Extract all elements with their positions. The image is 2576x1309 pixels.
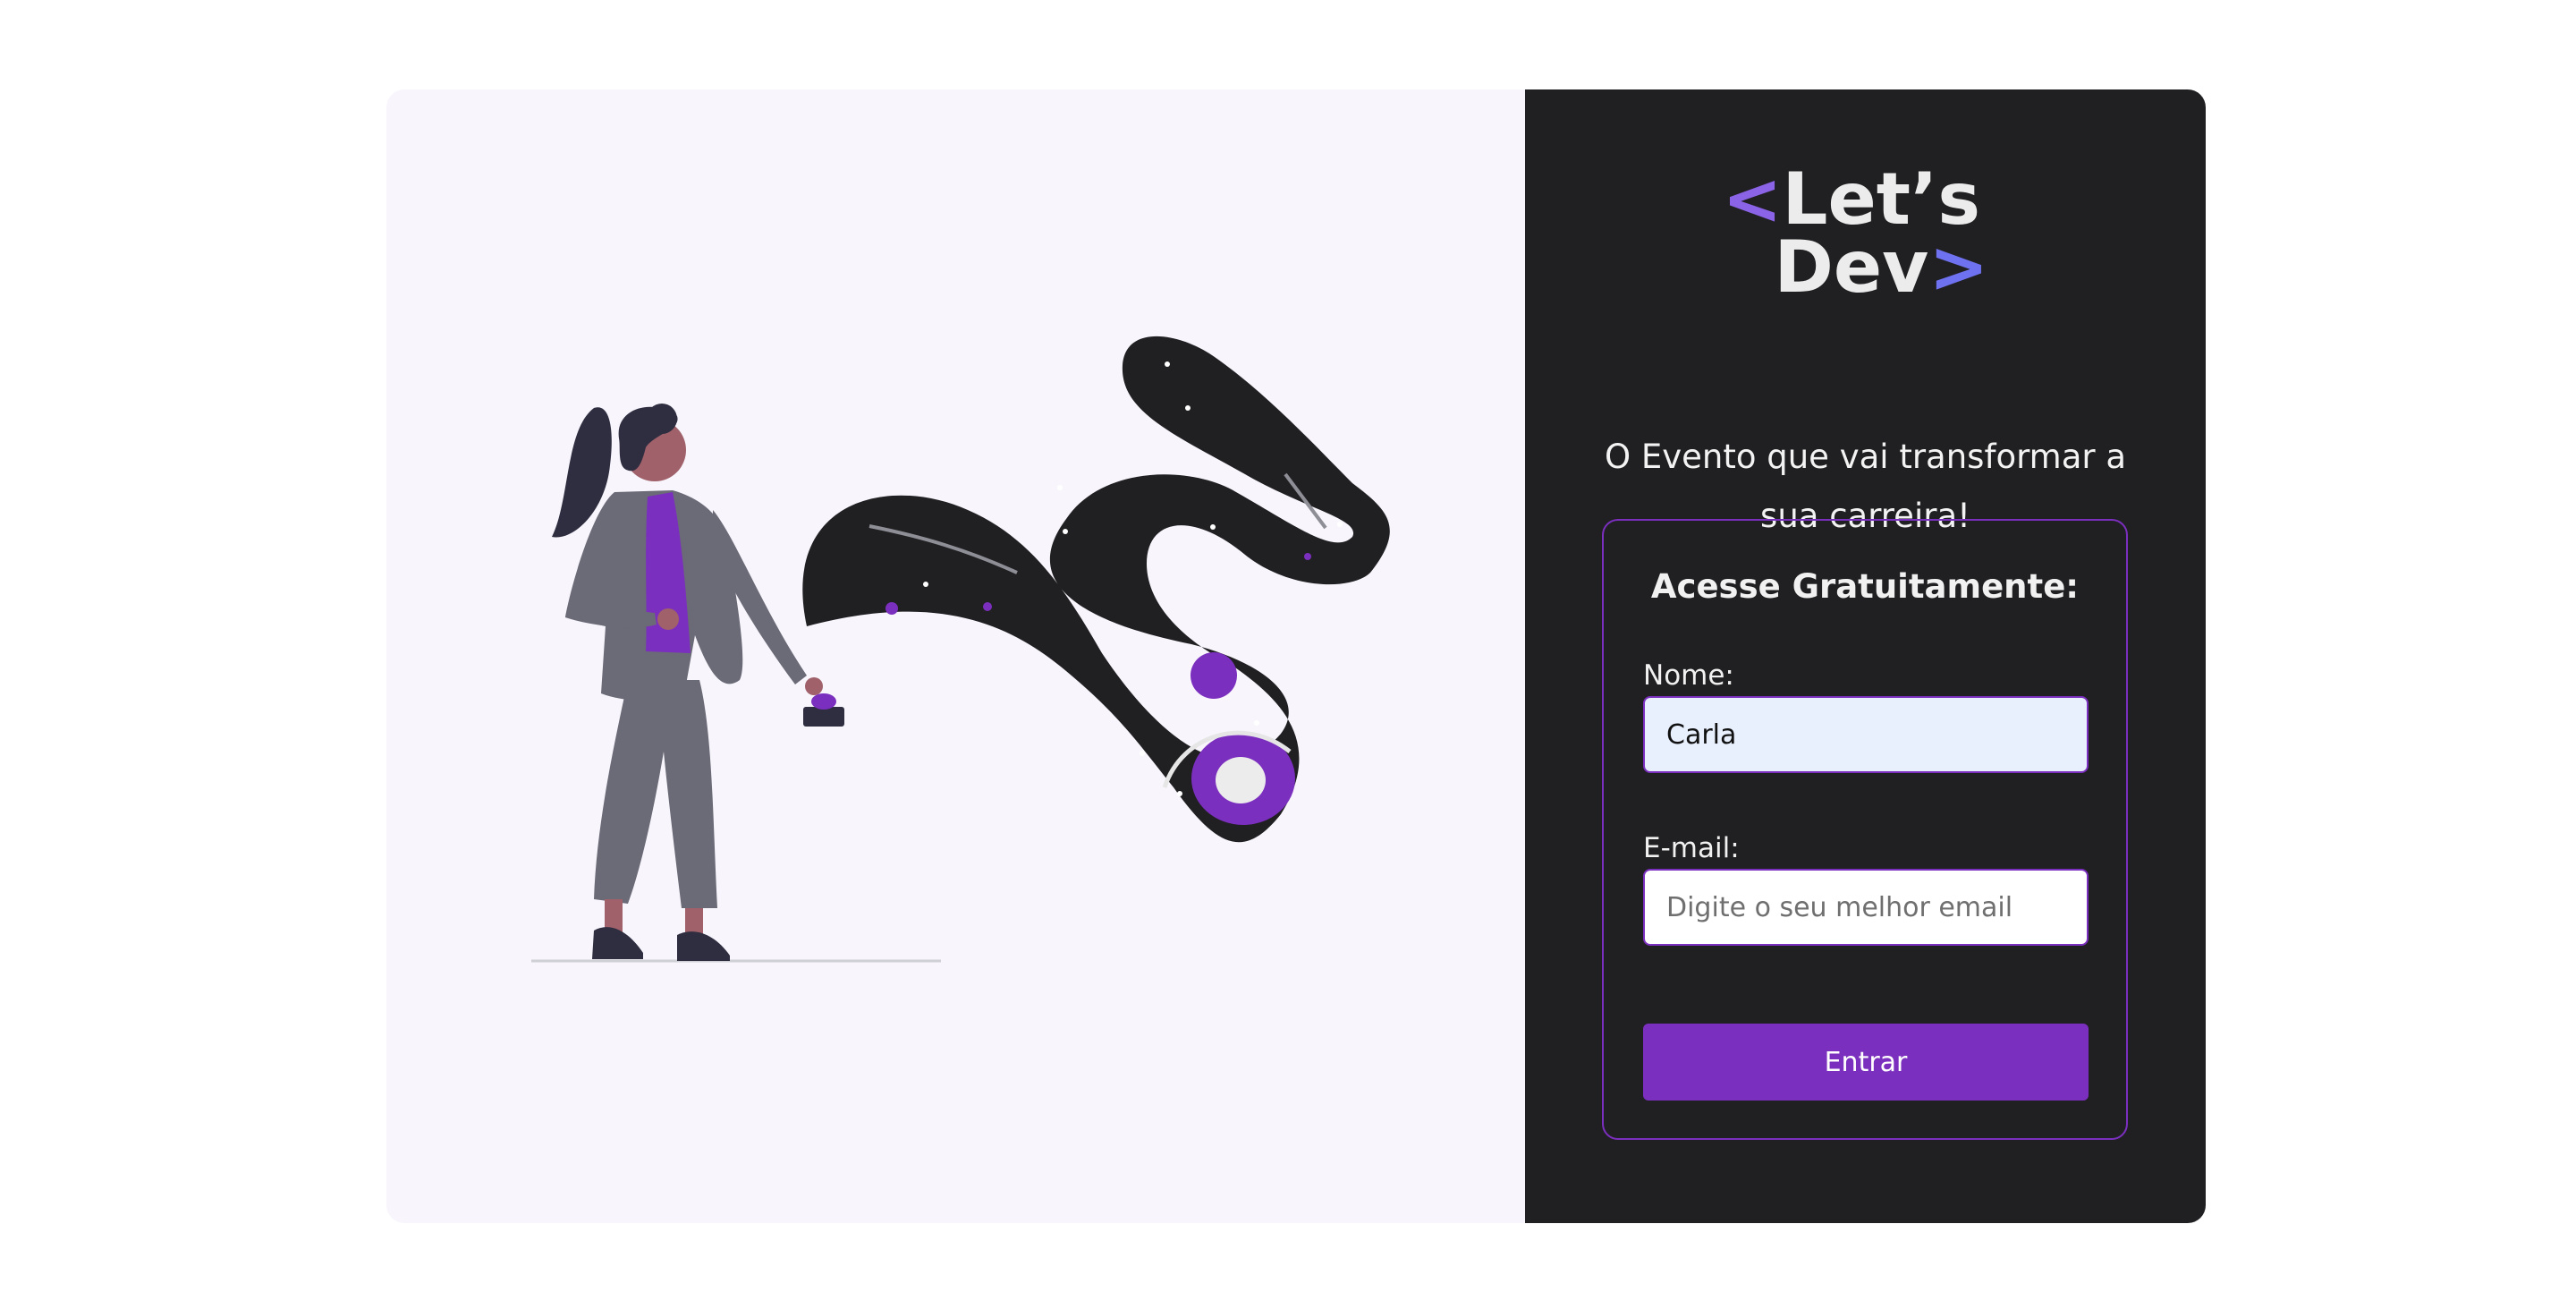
name-label: Nome: — [1643, 659, 1734, 692]
login-card: <Let’s Dev> O Evento que vai transformar… — [386, 89, 2206, 1223]
lets-dev-logo: <Let’s Dev> — [1525, 163, 2206, 315]
logo-text-2: Dev — [1774, 225, 1929, 309]
name-input[interactable] — [1643, 696, 2089, 773]
logo-lt-glyph: < — [1722, 157, 1783, 241]
login-panel: <Let’s Dev> O Evento que vai transformar… — [1525, 89, 2206, 1223]
enter-button[interactable]: Entrar — [1643, 1024, 2089, 1101]
email-label: E-mail: — [1643, 832, 1740, 864]
form-title: Acesse Gratuitamente: — [1650, 567, 2080, 606]
logo-gt-glyph: > — [1928, 225, 1989, 309]
logo-line-2: Dev> — [1775, 231, 1989, 304]
woman-pressing-button-illustration — [531, 336, 1390, 963]
space-swirl-graphic — [802, 336, 1390, 843]
signup-form: Acesse Gratuitamente: Nome: E-mail: Entr… — [1602, 519, 2128, 1140]
email-input[interactable] — [1643, 869, 2089, 946]
illustration-panel — [386, 89, 1525, 1223]
woman-figure — [552, 404, 844, 961]
